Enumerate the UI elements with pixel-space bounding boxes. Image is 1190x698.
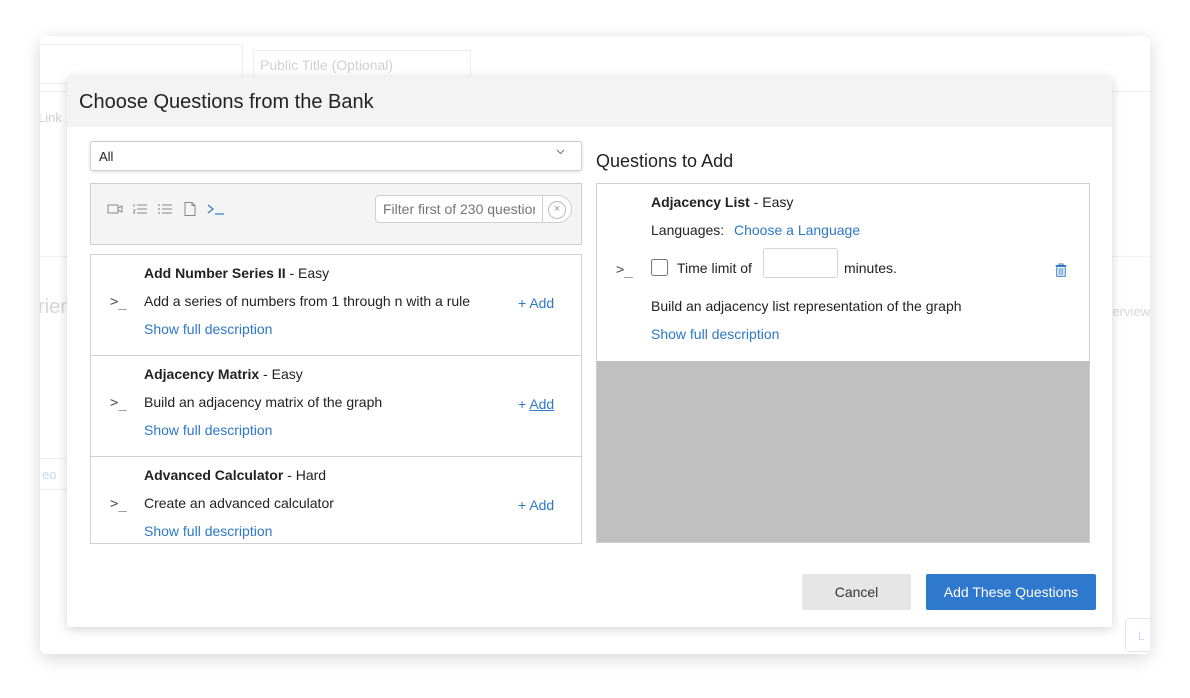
background-link-text: Link — [40, 110, 62, 125]
add-question-label: Add — [529, 497, 555, 513]
selected-question-description: Build an adjacency list representation o… — [651, 298, 962, 314]
show-full-description-link[interactable]: Show full description — [144, 523, 272, 539]
selected-question-name: Adjacency List — [651, 194, 750, 210]
add-question-button[interactable]: + Add — [518, 497, 554, 513]
document-icon[interactable] — [182, 201, 198, 217]
bullet-list-icon[interactable] — [157, 201, 173, 217]
plus-icon: + — [518, 295, 527, 311]
terminal-prompt-icon: >_ — [110, 294, 127, 310]
modal-header: Choose Questions from the Bank — [67, 77, 1112, 127]
question-list: Add Number Series II - Easy >_ Add a ser… — [90, 254, 582, 544]
selected-question-difficulty: - Easy — [749, 194, 794, 210]
question-name: Advanced Calculator — [144, 467, 284, 483]
add-question-button[interactable]: + Add — [518, 396, 554, 412]
chevron-down-icon — [556, 147, 565, 158]
question-description: Add a series of numbers from 1 through n… — [144, 293, 471, 309]
add-these-questions-button[interactable]: Add These Questions — [926, 574, 1096, 610]
time-limit-label: Time limit of — [677, 260, 752, 276]
question-difficulty: - Easy — [259, 366, 303, 382]
terminal-icon[interactable] — [207, 201, 224, 217]
time-limit-checkbox[interactable] — [651, 259, 668, 276]
add-question-button[interactable]: + Add — [518, 295, 554, 311]
choose-language-link[interactable]: Choose a Language — [734, 222, 860, 238]
question-name: Add Number Series II — [144, 265, 286, 281]
question-description: Create an advanced calculator — [144, 495, 334, 511]
terminal-prompt-icon: >_ — [110, 395, 127, 411]
background-public-title-field: Public Title (Optional) — [253, 50, 471, 78]
clear-filter-button[interactable]: × — [542, 195, 572, 223]
filter-questions-input[interactable] — [375, 195, 543, 223]
question-difficulty: - Hard — [283, 467, 327, 483]
close-icon: × — [548, 201, 566, 219]
languages-label: Languages: — [651, 222, 725, 238]
questions-to-add-panel: Adjacency List - Easy Languages: Choose … — [596, 183, 1090, 543]
background-right-fragment: erview — [1112, 304, 1150, 319]
background-right-button: L — [1125, 618, 1150, 652]
trash-icon[interactable] — [1055, 263, 1067, 277]
plus-icon: + — [518, 497, 527, 513]
add-question-label: Add — [529, 295, 555, 311]
terminal-prompt-icon: >_ — [616, 262, 633, 278]
numbered-list-icon[interactable] — [132, 201, 148, 217]
show-full-description-link[interactable]: Show full description — [144, 321, 272, 337]
background-video-box: eo — [40, 458, 69, 490]
time-limit-input[interactable] — [763, 248, 838, 278]
question-difficulty: - Easy — [285, 265, 330, 281]
questions-to-add-heading: Questions to Add — [596, 151, 734, 171]
plus-icon: + — [518, 396, 527, 412]
show-full-description-link[interactable]: Show full description — [651, 326, 779, 342]
question-row: Add Number Series II - Easy >_ Add a ser… — [91, 254, 581, 356]
show-full-description-link[interactable]: Show full description — [144, 422, 272, 438]
question-row: Advanced Calculator - Hard >_ Create an … — [91, 456, 581, 543]
modal-title: Choose Questions from the Bank — [79, 91, 374, 113]
question-filter-toolbar: × — [90, 183, 582, 245]
question-bank-modal: Choose Questions from the Bank All Filte… — [67, 77, 1112, 627]
question-description: Build an adjacency matrix of the graph — [144, 394, 383, 410]
time-limit-unit: minutes. — [844, 260, 897, 276]
cancel-button[interactable]: Cancel — [802, 574, 911, 610]
question-row: Adjacency Matrix - Easy >_ Build an adja… — [91, 355, 581, 457]
add-question-label: Add — [529, 396, 555, 412]
category-select-value: All — [99, 149, 114, 164]
question-name: Adjacency Matrix — [144, 366, 260, 382]
selected-question-item: Adjacency List - Easy Languages: Choose … — [597, 184, 1089, 361]
category-select[interactable]: All — [90, 141, 582, 171]
terminal-prompt-icon: >_ — [110, 496, 127, 512]
video-icon[interactable] — [107, 201, 123, 217]
